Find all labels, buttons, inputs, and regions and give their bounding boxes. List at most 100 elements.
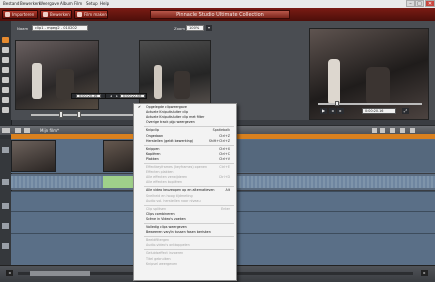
music-icon[interactable] (2, 97, 9, 103)
menubar: Bestand Bewerken Weergave Album Film Set… (0, 0, 435, 8)
end-frame-controls: ◂ ▸ 0:00:22.08 (105, 93, 147, 99)
edit-tab-button[interactable]: Bewerken (40, 10, 72, 19)
context-menu: ✔ Opgelegde clipweergave Actuele Knipuitsl… (133, 103, 237, 281)
film-icon (77, 12, 82, 17)
context-menu-item: Alle effecten kopiëren (134, 180, 236, 185)
scrollbar-thumb[interactable] (30, 271, 90, 276)
drummer-figure (366, 67, 390, 105)
menu-view[interactable]: Weergave (39, 1, 59, 7)
app-title: Pinnacle Studio Ultimate Collection (150, 10, 290, 19)
menu-item-label: Scène in Video's zoeken (146, 216, 186, 221)
make-movie-tab-label: Film maken (84, 12, 107, 17)
scrubber-handle[interactable] (335, 101, 339, 106)
delete-icon[interactable] (400, 128, 405, 133)
zoom-select[interactable]: 100% (186, 25, 204, 31)
context-menu-item[interactable]: Beweeren van/in tussen fasen berisken (134, 230, 236, 235)
clip-name-input[interactable]: clip1 - mpeg2 - 010202 (32, 25, 88, 31)
menu-icon[interactable] (2, 67, 9, 73)
menu-album[interactable]: Album (60, 1, 73, 7)
sound-track-icon[interactable] (2, 223, 9, 229)
end-timecode[interactable]: 0:00:22.08 (120, 94, 145, 98)
import-tab-button[interactable]: Importeren (2, 10, 38, 19)
text-view-icon[interactable] (24, 128, 30, 133)
player-timecode[interactable]: 0:00:20.16 (362, 108, 396, 114)
menu-item-label: Alle effecten kopiëren (146, 180, 183, 185)
menu-separator (144, 144, 234, 146)
effect-icon[interactable] (2, 107, 9, 113)
menu-separator (144, 126, 234, 128)
name-label: Naam (17, 26, 29, 31)
timeline-icon[interactable] (15, 128, 21, 133)
close-button[interactable]: ✕ (425, 0, 435, 7)
context-menu-item: Audio vol. herstellen naar niveau (134, 199, 236, 204)
scroll-left-icon[interactable]: ◂ (6, 270, 13, 276)
play-icon[interactable]: ▶ (320, 108, 327, 114)
drummer-figure (174, 71, 190, 99)
minimize-button[interactable]: – (406, 0, 415, 7)
previous-frame-icon[interactable]: ◂ (329, 108, 336, 114)
menu-item-shortcut: Shift+Ctrl+Z (208, 138, 230, 143)
menu-edit[interactable]: Bewerken (20, 1, 40, 7)
player-preview (309, 28, 429, 120)
make-movie-tab-button[interactable]: Film maken (74, 10, 108, 19)
trim-slider[interactable] (31, 114, 143, 116)
audio-track-icon[interactable] (2, 179, 9, 185)
video-icon[interactable] (2, 37, 9, 43)
photo-icon[interactable] (2, 47, 9, 53)
menu-item-shortcut: Ctrl+V (219, 156, 230, 161)
menu-separator (144, 204, 234, 206)
import-icon (5, 12, 10, 17)
performer-figure (32, 63, 42, 99)
trim-handle-start[interactable] (59, 111, 63, 118)
music-track-icon[interactable] (2, 243, 9, 249)
menu-item-label: Beweeren van/in tussen fasen berisken (146, 230, 211, 235)
next-frame-icon[interactable]: ▸ (337, 108, 344, 114)
player-controls: ▶ ◂ ▸ 0:00:20.16 ⤢ (318, 108, 418, 115)
menu-item-label: Herstellen (geldt bewerking) (146, 138, 194, 143)
help-icon[interactable] (390, 128, 395, 133)
menu-separator (144, 223, 234, 224)
menu-item-label: Knipsel weergeven (146, 261, 178, 266)
menu-film[interactable]: Film (74, 1, 82, 7)
end-frame-preview (139, 40, 211, 110)
menu-separator (144, 186, 234, 188)
maximize-button[interactable]: □ (415, 0, 424, 7)
menu-separator (144, 249, 234, 251)
transition-icon[interactable] (2, 77, 9, 83)
scroll-right-icon[interactable]: ▸ (421, 270, 428, 276)
context-menu-item[interactable]: Scène in Video's zoeken (134, 217, 236, 222)
video-track-icon[interactable] (2, 147, 9, 153)
context-menu-item[interactable]: Overige track pijp weergeven (134, 120, 236, 125)
menu-item-label: Overige track pijp weergeven (146, 120, 195, 125)
sound-icon[interactable] (2, 87, 9, 93)
context-menu-item[interactable]: Herstellen (geldt bewerking) Shift+Ctrl+Z (134, 139, 236, 144)
menu-item-label: Plakken (146, 156, 159, 161)
start-frame-preview (15, 40, 99, 110)
fullscreen-icon[interactable]: ⤢ (402, 108, 409, 114)
zoom-label: Zoom (174, 26, 185, 31)
title-track-icon[interactable] (2, 203, 9, 209)
settings-icon[interactable] (410, 128, 415, 133)
menu-setup[interactable]: Setup (86, 1, 98, 7)
player-scrubber[interactable] (318, 103, 422, 105)
video-clip[interactable] (11, 140, 56, 172)
performer-figure (328, 59, 340, 105)
project-title: Mijn film* (40, 128, 60, 133)
menu-item-label: Audio vol. herstellen naar niveau (146, 198, 201, 203)
chevron-down-icon[interactable]: ▾ (206, 25, 212, 31)
redo-icon[interactable] (380, 128, 385, 133)
menu-file[interactable]: Bestand (3, 1, 19, 7)
context-menu-item: Knipsel weergeven (134, 262, 236, 267)
performer-figure (154, 65, 162, 99)
menu-item-label: Audio-video's ontkoppelen (146, 243, 190, 248)
title-icon[interactable] (2, 57, 9, 63)
selected-audio-clip[interactable] (103, 176, 133, 188)
start-timecode[interactable]: 0:00:20.16 (76, 94, 101, 98)
storyboard-icon[interactable] (2, 128, 10, 133)
menu-help[interactable]: Help (100, 1, 109, 7)
undo-icon[interactable] (372, 128, 377, 133)
context-menu-item[interactable]: Plakken Ctrl+V (134, 157, 236, 162)
video-track-empty (207, 140, 435, 172)
menu-separator (144, 236, 234, 238)
trim-handle-end[interactable] (77, 111, 81, 118)
